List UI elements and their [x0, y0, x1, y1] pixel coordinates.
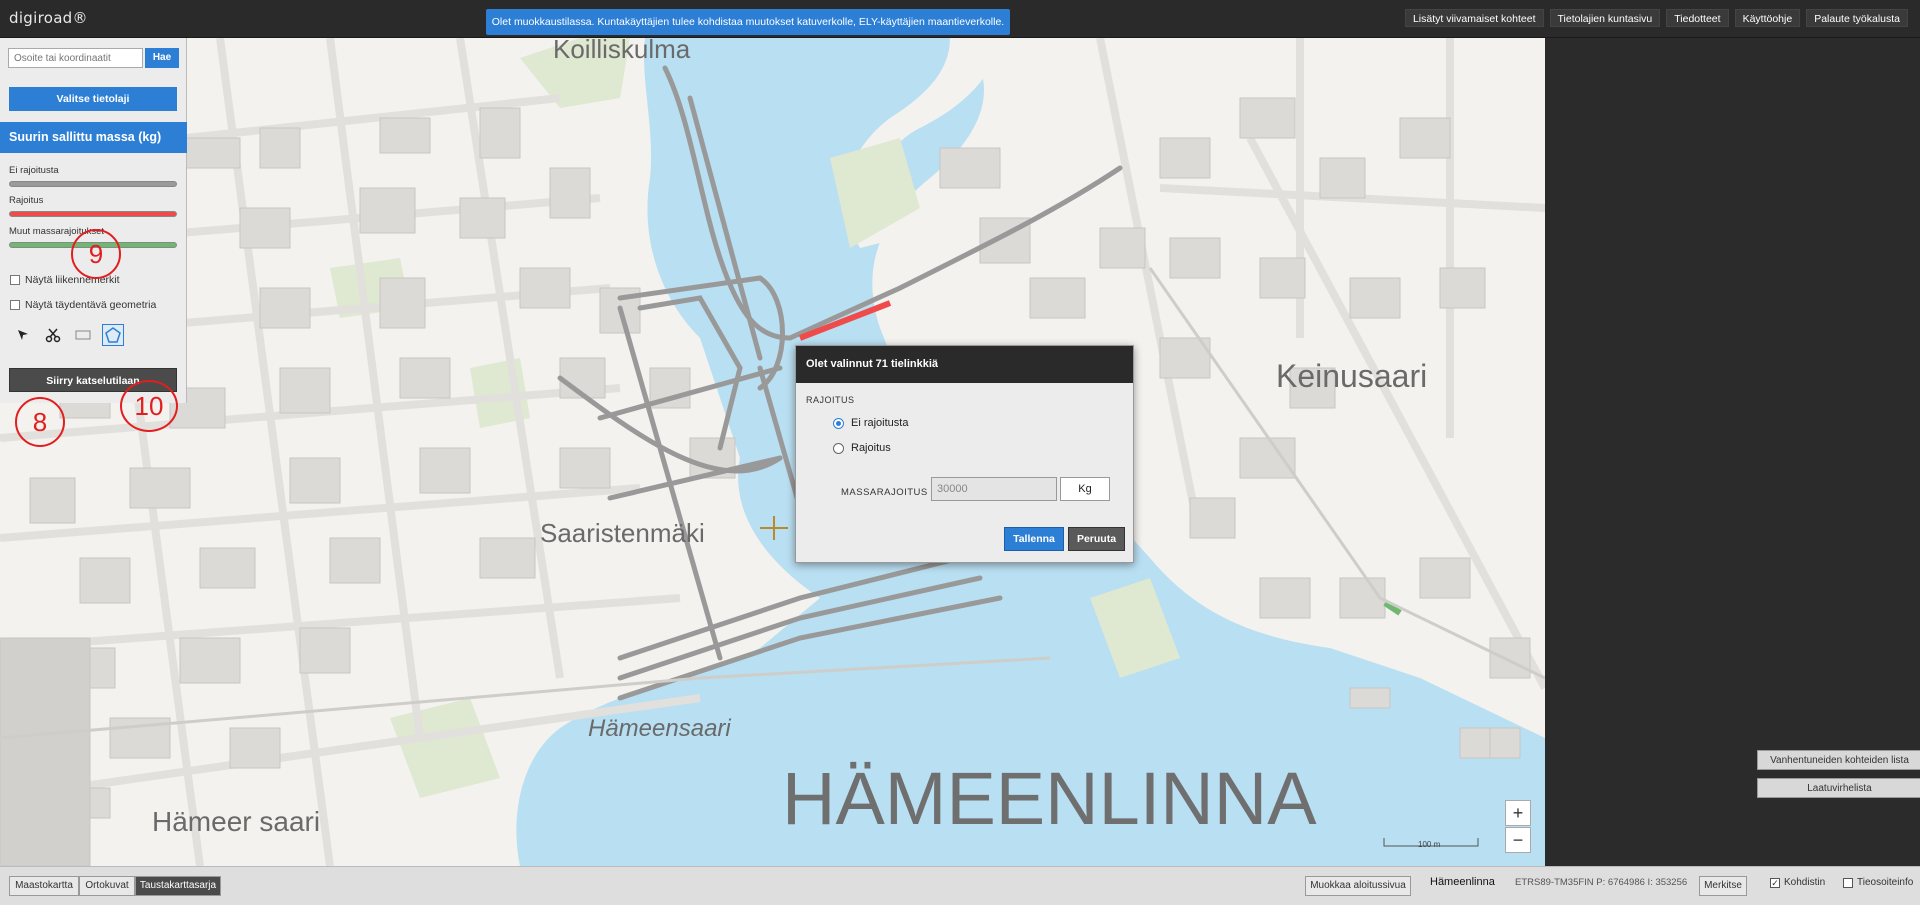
legend-bar-no-limit	[9, 181, 177, 187]
roadinfo-toggle[interactable]: Tieosoiteinfo	[1843, 877, 1913, 888]
crosshair-checkbox[interactable]: ✓	[1770, 877, 1780, 888]
selection-tools	[12, 324, 124, 346]
annotation-9: 9	[71, 229, 121, 279]
mass-unit-label: Kg	[1060, 477, 1110, 501]
legend-label-limit: Rajoitus	[9, 195, 44, 206]
map-label-saaristenmaki: Saaristenmäki	[540, 518, 705, 548]
coordinate-readout: ETRS89-TM35FIN P: 6764986 I: 353256	[1515, 877, 1688, 888]
map-label-hameensaari-lower: Hämeer saari	[152, 806, 321, 837]
map-label-hameensaari: Hämeensaari	[588, 715, 731, 742]
radio-no-limit-button[interactable]	[833, 417, 844, 429]
annotation-8: 8	[15, 397, 65, 447]
select-tool-icon[interactable]	[12, 324, 34, 346]
top-nav: Lisätyt viivamaiset kohteet Tietolajien …	[1404, 9, 1908, 27]
basemap-terrain-button[interactable]: Maastokartta	[9, 876, 79, 896]
right-panel	[1545, 38, 1920, 866]
search-button[interactable]: Hae	[145, 48, 179, 68]
select-layer-button[interactable]: Valitse tietolaji	[9, 87, 177, 111]
edit-mode-notice: Olet muokkaustilassa. Kuntakäyttäjien tu…	[486, 9, 1010, 35]
dialog-title: Olet valinnut 71 tielinkkiä	[796, 346, 1133, 383]
edit-start-page-button[interactable]: Muokkaa aloitussivua	[1305, 876, 1411, 896]
roadinfo-checkbox[interactable]	[1843, 877, 1853, 888]
search-input[interactable]	[8, 48, 143, 68]
radio-no-limit[interactable]: Ei rajoitusta	[833, 417, 908, 429]
bottom-bar: Maastokartta Ortokuvat Taustakarttasarja…	[0, 866, 1920, 905]
map-label-koilliskulma: Koilliskulma	[553, 38, 691, 64]
nav-feedback[interactable]: Palaute työkalusta	[1806, 9, 1908, 27]
checkbox-complementary-geometry[interactable]: Näytä täydentävä geometria	[10, 299, 156, 311]
crosshair-label: Kohdistin	[1784, 877, 1826, 888]
radio-limit-button[interactable]	[833, 442, 844, 454]
left-panel: Hae Valitse tietolaji Suurin sallittu ma…	[0, 38, 187, 403]
dialog-section-label: RAJOITUS	[806, 395, 855, 405]
nav-user-guide[interactable]: Käyttöohje	[1734, 9, 1801, 27]
top-bar: digiroad® Olet muokkaustilassa. Kuntakäy…	[0, 0, 1920, 38]
municipality-name: Hämeenlinna	[1430, 876, 1495, 888]
zoom-in-button[interactable]: +	[1505, 800, 1531, 826]
mass-limit-input[interactable]: 30000	[931, 477, 1057, 501]
zoom-out-button[interactable]: −	[1505, 827, 1531, 853]
polygon-tool-icon[interactable]	[102, 324, 124, 346]
basemap-background-button[interactable]: Taustakarttasarja	[135, 876, 221, 896]
save-button[interactable]: Tallenna	[1004, 527, 1064, 551]
crosshair-toggle[interactable]: ✓ Kohdistin	[1770, 877, 1825, 888]
nav-municipality-page[interactable]: Tietolajien kuntasivu	[1549, 9, 1661, 27]
nav-added-linear-assets[interactable]: Lisätyt viivamaiset kohteet	[1404, 9, 1544, 27]
quality-error-list-button[interactable]: Laatuvirhelista	[1757, 778, 1920, 798]
outdated-assets-list-button[interactable]: Vanhentuneiden kohteiden lista	[1757, 750, 1920, 770]
rectangle-tool-icon[interactable]	[72, 324, 94, 346]
basemap-orthophoto-button[interactable]: Ortokuvat	[79, 876, 135, 896]
map-base	[0, 38, 1545, 866]
annotation-10: 10	[120, 380, 178, 432]
radio-limit[interactable]: Rajoitus	[833, 442, 891, 454]
layer-title: Suurin sallittu massa (kg)	[0, 122, 187, 153]
map-label-keinusaari: Keinusaari	[1276, 358, 1428, 394]
digiroad-logo[interactable]: digiroad®	[9, 9, 88, 27]
cancel-button[interactable]: Peruuta	[1068, 527, 1125, 551]
mass-limit-label: MASSARAJOITUS	[841, 487, 928, 498]
radio-no-limit-label: Ei rajoitusta	[851, 417, 909, 429]
scale-label: 100 m	[1418, 840, 1441, 849]
mass-limit-dialog: Olet valinnut 71 tielinkkiä RAJOITUS Ei …	[795, 345, 1134, 563]
nav-announcements[interactable]: Tiedotteet	[1666, 9, 1729, 27]
map-label-hameenlinna: HÄMEENLINNA	[782, 757, 1317, 840]
radio-limit-label: Rajoitus	[851, 442, 891, 454]
legend-bar-limit	[9, 211, 177, 217]
cut-tool-icon[interactable]	[42, 324, 64, 346]
checkbox-complementary-geometry-box[interactable]	[10, 300, 20, 310]
mark-button[interactable]: Merkitse	[1699, 876, 1747, 896]
roadinfo-label: Tieosoiteinfo	[1857, 877, 1914, 888]
legend-label-no-limit: Ei rajoitusta	[9, 165, 59, 176]
checkbox-complementary-geometry-label: Näytä täydentävä geometria	[25, 299, 157, 311]
checkbox-traffic-signs-box[interactable]	[10, 275, 20, 285]
map-canvas[interactable]: Koilliskulma Keinusaari Saaristenmäki Hä…	[0, 38, 1545, 866]
